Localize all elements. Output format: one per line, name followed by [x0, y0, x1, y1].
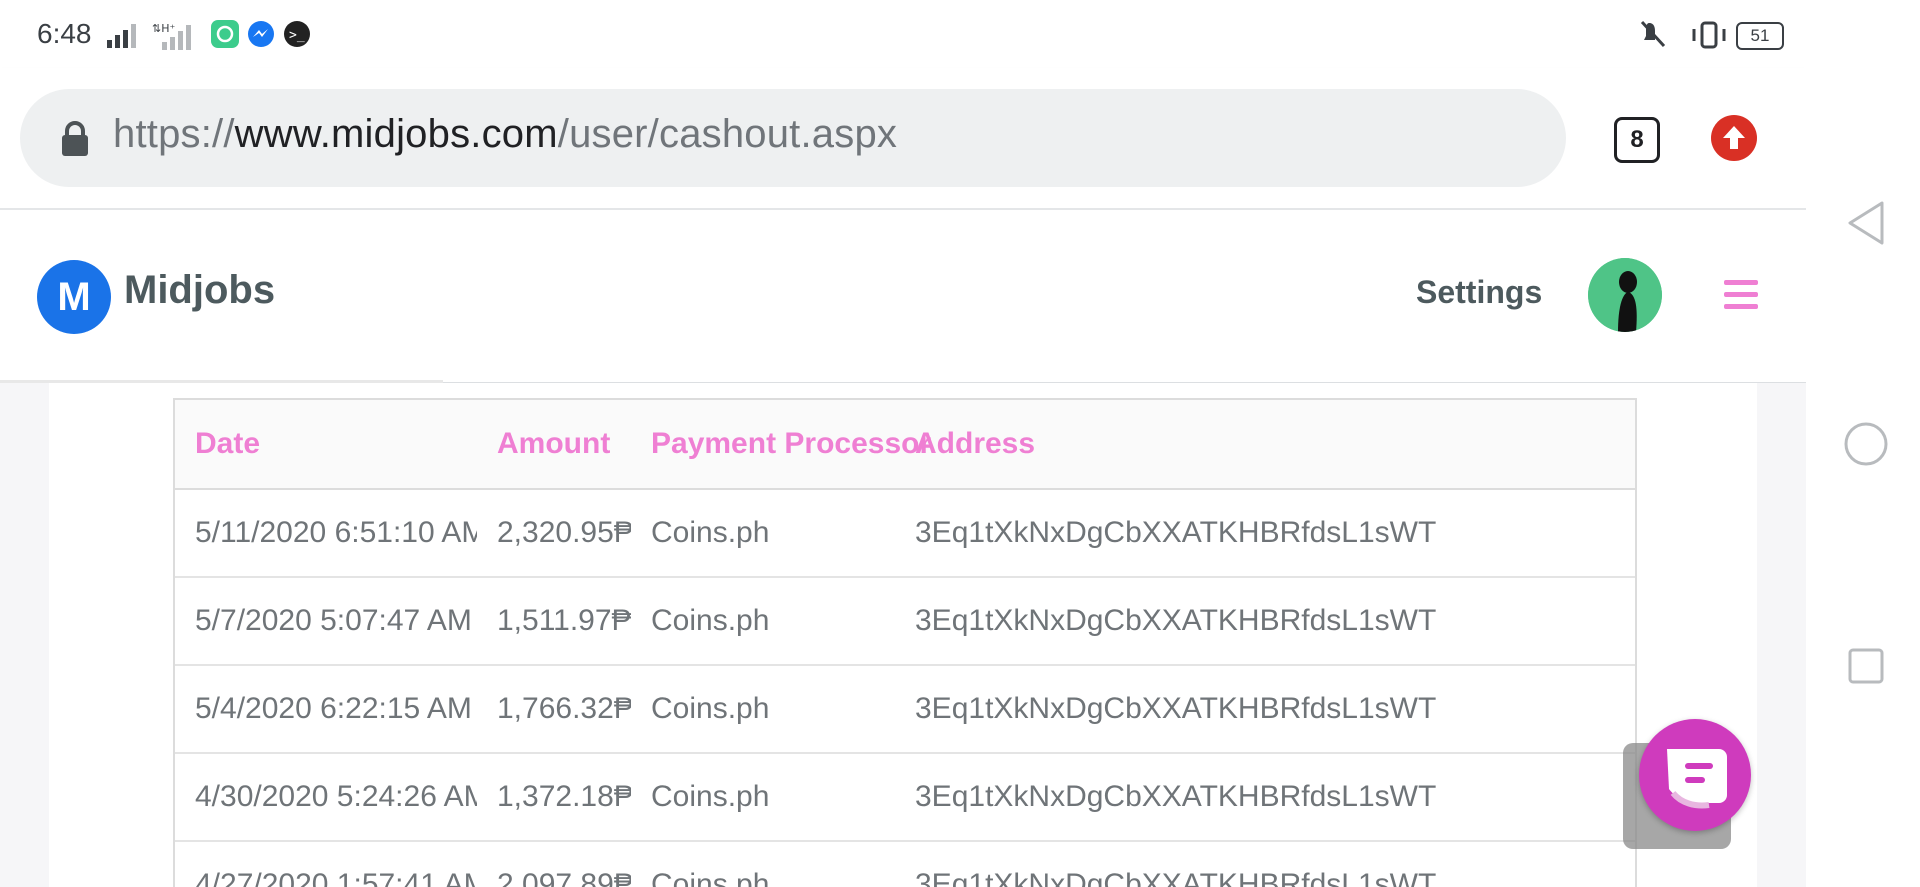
- messenger-icon: [248, 21, 274, 47]
- cell-processor: Coins.ph: [631, 489, 895, 578]
- cell-address: 3Eq1tXkNxDgCbXXATKHBRfdsL1sWT: [895, 665, 1635, 754]
- url-path: /user/cashout.aspx: [557, 112, 898, 156]
- settings-link[interactable]: Settings: [1416, 274, 1542, 311]
- vibrate-icon: [1692, 21, 1726, 49]
- url-scheme: https://: [113, 112, 235, 156]
- table-row: 5/11/2020 6:51:10 AM 2,320.95₱ Coins.ph …: [175, 489, 1635, 578]
- status-time: 6:48: [37, 18, 92, 49]
- cell-signal-2-icon: ⇅H⁺: [152, 22, 191, 50]
- chat-bubble-icon: [1667, 749, 1727, 809]
- table-row: 5/7/2020 5:07:47 AM 1,511.97₱ Coins.ph 3…: [175, 577, 1635, 666]
- url-host: www.midjobs.com: [234, 112, 558, 156]
- browser-toolbar: https://www.midjobs.com/user/cashout.asp…: [0, 68, 1806, 210]
- lock-icon: [62, 121, 88, 156]
- header-payment-processor: Payment Processor: [631, 400, 931, 490]
- cell-address: 3Eq1tXkNxDgCbXXATKHBRfdsL1sWT: [895, 577, 1635, 666]
- cell-address: 3Eq1tXkNxDgCbXXATKHBRfdsL1sWT: [895, 841, 1635, 887]
- vibrate-off-icon: [1640, 20, 1666, 48]
- cell-date: 5/4/2020 6:22:15 AM: [175, 665, 477, 754]
- header-amount: Amount: [477, 400, 631, 490]
- cell-date: 4/30/2020 5:24:26 AM: [175, 753, 477, 842]
- cell-amount: 1,372.18₱: [477, 753, 631, 842]
- cell-amount: 2,320.95₱: [477, 489, 631, 578]
- battery-level: 51: [1750, 26, 1770, 45]
- tab-switcher-button[interactable]: 8: [1614, 117, 1660, 163]
- battery-icon: 51: [1736, 22, 1784, 50]
- cell-processor: Coins.ph: [631, 841, 895, 887]
- back-icon[interactable]: [1846, 200, 1886, 246]
- main-content: Date Amount Payment Processor Address 5/…: [0, 383, 1806, 887]
- arrow-up-icon: [1723, 126, 1745, 149]
- tab-count: 8: [1630, 126, 1644, 153]
- brand-name[interactable]: Midjobs: [124, 268, 275, 313]
- midjobs-logo[interactable]: M: [37, 260, 111, 334]
- terminal-icon: >_: [284, 21, 310, 47]
- home-icon[interactable]: [1844, 422, 1888, 466]
- header-address: Address: [895, 400, 1635, 490]
- chat-button[interactable]: [1639, 719, 1751, 831]
- cell-amount: 1,766.32₱: [477, 665, 631, 754]
- header-date: Date: [175, 400, 477, 490]
- logo-letter: M: [57, 275, 91, 319]
- cell-processor: Coins.ph: [631, 665, 895, 754]
- system-navigation-bar: [1806, 0, 1920, 887]
- address-bar[interactable]: https://www.midjobs.com/user/cashout.asp…: [20, 89, 1566, 187]
- cell-address: 3Eq1tXkNxDgCbXXATKHBRfdsL1sWT: [895, 489, 1635, 578]
- cashout-table: Date Amount Payment Processor Address 5/…: [175, 400, 1635, 887]
- recents-icon[interactable]: [1848, 648, 1884, 684]
- svg-text:⇅H⁺: ⇅H⁺: [152, 22, 175, 35]
- cell-date: 4/27/2020 1:57:41 AM: [175, 841, 477, 887]
- table-row: 5/4/2020 6:22:15 AM 1,766.32₱ Coins.ph 3…: [175, 665, 1635, 754]
- table-row: 4/30/2020 5:24:26 AM 1,372.18₱ Coins.ph …: [175, 753, 1635, 842]
- url-text[interactable]: https://www.midjobs.com/user/cashout.asp…: [113, 112, 897, 157]
- cell-address: 3Eq1tXkNxDgCbXXATKHBRfdsL1sWT: [895, 753, 1635, 842]
- upload-button[interactable]: [1711, 115, 1757, 161]
- cashout-table-container[interactable]: Date Amount Payment Processor Address 5/…: [173, 398, 1637, 887]
- site-header: M Midjobs Settings: [0, 210, 1806, 384]
- cell-processor: Coins.ph: [631, 753, 895, 842]
- status-bar: 6:48 ⇅H⁺ >_ 51: [0, 0, 1806, 68]
- cell-amount: 2,097.89₱: [477, 841, 631, 887]
- sync-app-icon: [211, 20, 239, 48]
- cell-amount: 1,511.97₱: [477, 577, 631, 666]
- svg-text:>_: >_: [289, 28, 305, 43]
- phone-screen: 6:48 ⇅H⁺ >_ 51 https://www.midjobs.com/u…: [0, 0, 1806, 887]
- cell-date: 5/7/2020 5:07:47 AM: [175, 577, 477, 666]
- cell-processor: Coins.ph: [631, 577, 895, 666]
- avatar-silhouette-icon: [1588, 258, 1662, 332]
- avatar[interactable]: [1588, 258, 1662, 332]
- menu-hamburger-icon[interactable]: [1724, 280, 1758, 312]
- cell-date: 5/11/2020 6:51:10 AM: [175, 489, 477, 578]
- table-row: 4/27/2020 1:57:41 AM 2,097.89₱ Coins.ph …: [175, 841, 1635, 887]
- table-header-row: Date Amount Payment Processor Address: [175, 400, 1635, 490]
- cell-signal-icon: [107, 24, 136, 48]
